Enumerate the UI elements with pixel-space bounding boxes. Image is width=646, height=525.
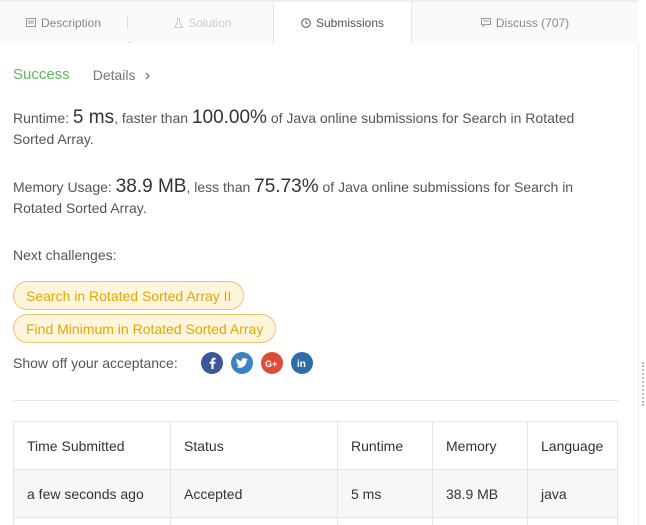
tab-submissions[interactable]: Submissions <box>273 0 412 44</box>
runtime-mid: , faster than <box>114 110 192 126</box>
next-challenge-chip[interactable]: Search in Rotated Sorted Array II <box>13 281 245 310</box>
document-icon <box>25 18 36 27</box>
tab-submissions-label: Submissions <box>315 16 385 30</box>
panel-border <box>638 43 639 525</box>
tab-solution-label: Solution <box>188 15 232 30</box>
cell-time: a few seconds ago <box>13 469 171 518</box>
svg-text:G+: G+ <box>265 359 277 368</box>
memory-value: 38.9 MB <box>115 176 187 197</box>
svg-text:in: in <box>297 359 306 368</box>
memory-percentile: 75.73% <box>254 176 319 197</box>
runtime-stat: Runtime: 5 ms, faster than 100.00% of Ja… <box>13 107 613 150</box>
column-header[interactable]: Language <box>527 421 618 470</box>
share-row: Show off your acceptance: G+ in <box>13 352 321 374</box>
cell-empty <box>13 517 171 525</box>
runtime-prefix: Runtime: <box>13 110 73 126</box>
table-header-row: Time Submitted Status Runtime Memory Lan… <box>13 421 618 470</box>
memory-stat: Memory Usage: 38.9 MB, less than 75.73% … <box>13 176 613 219</box>
tab-description[interactable]: Description <box>0 0 127 43</box>
linkedin-icon[interactable]: in <box>291 352 313 374</box>
table-row <box>13 517 618 525</box>
details-label: Details <box>92 66 136 83</box>
next-challenges-label: Next challenges: <box>13 247 117 263</box>
cell-empty <box>170 517 338 525</box>
column-header[interactable]: Status <box>170 421 338 470</box>
cell-empty <box>337 517 433 525</box>
twitter-icon[interactable] <box>231 352 253 374</box>
problem-tabs: Description Solution Submissions Discuss… <box>0 0 638 44</box>
clock-icon <box>301 18 311 28</box>
resize-handle[interactable] <box>642 362 646 406</box>
comment-icon <box>480 18 491 27</box>
tab-discuss[interactable]: Discuss (707) <box>412 0 638 43</box>
cell-empty <box>432 517 528 525</box>
cell-memory: 38.9 MB <box>432 469 528 518</box>
cell-empty <box>527 517 618 525</box>
tab-description-label: Description <box>40 15 102 30</box>
memory-mid: , less than <box>186 179 255 195</box>
status-success: Success <box>13 66 70 83</box>
runtime-value: 5 ms <box>72 107 115 128</box>
result-status-line: Success Details <box>13 66 150 83</box>
memory-prefix: Memory Usage: <box>13 179 116 195</box>
details-link[interactable]: Details <box>93 67 150 83</box>
chevron-right-icon <box>145 67 150 83</box>
share-label: Show off your acceptance: <box>13 355 178 371</box>
google-plus-icon[interactable]: G+ <box>261 352 283 374</box>
divider <box>13 400 618 401</box>
cell-status-link[interactable]: Accepted <box>170 469 338 518</box>
tab-solution[interactable]: Solution <box>133 0 273 43</box>
column-header[interactable]: Runtime <box>337 421 433 470</box>
flask-icon <box>174 17 184 28</box>
facebook-icon[interactable] <box>201 352 223 374</box>
tab-discuss-label: Discuss (707) <box>495 15 570 30</box>
runtime-percentile: 100.00% <box>191 107 267 128</box>
cell-runtime: 5 ms <box>337 469 433 518</box>
cell-language: java <box>527 469 618 518</box>
column-header[interactable]: Memory <box>432 421 528 470</box>
next-challenge-chip[interactable]: Find Minimum in Rotated Sorted Array <box>13 314 277 343</box>
submissions-table: Time Submitted Status Runtime Memory Lan… <box>13 421 618 525</box>
column-header[interactable]: Time Submitted <box>13 421 171 470</box>
table-row: a few seconds ago Accepted 5 ms 38.9 MB … <box>13 469 618 518</box>
